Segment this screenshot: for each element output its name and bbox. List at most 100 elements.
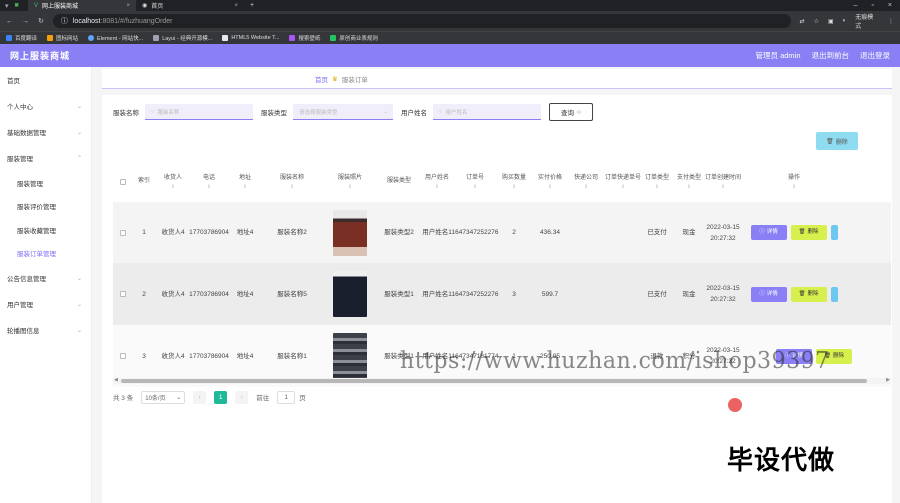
delete-button[interactable]: 🗑 删除 [790, 286, 827, 302]
sort-icon[interactable]: ⇕ [207, 184, 211, 190]
batch-delete-button[interactable]: 🗑 删除 [816, 132, 858, 150]
close-tab-icon[interactable]: × [234, 3, 238, 9]
sort-icon[interactable]: ⇕ [721, 184, 725, 190]
menu-icon[interactable]: ⋮ [888, 18, 894, 25]
translate-icon[interactable]: ⇄ [800, 18, 805, 25]
bookmark-item[interactable]: Layui - 经典开源模... [153, 34, 212, 42]
star-icon[interactable]: ☆ [814, 18, 819, 25]
sort-icon[interactable]: ⇕ [548, 184, 552, 190]
globe-icon: ◉ [142, 3, 148, 9]
bookmark-item[interactable]: 搜索壁纸 [289, 34, 320, 42]
sort-icon[interactable]: ⇕ [473, 184, 477, 190]
detail-button[interactable]: ⓘ 详情 [750, 225, 787, 240]
clothing-photo [333, 209, 367, 256]
sort-icon[interactable]: ⇕ [512, 184, 516, 190]
breadcrumb-home[interactable]: 首页 [315, 74, 328, 84]
name-filter-label: 服装名称 [113, 110, 139, 117]
column-header: 索引 [133, 161, 155, 202]
sidebar-item-user[interactable]: 用户管理 ⌄ [0, 291, 91, 317]
row-checkbox[interactable] [120, 291, 126, 297]
browser-tab[interactable]: ◉ 首页 × [136, 0, 244, 11]
sort-icon[interactable]: ⇕ [584, 184, 588, 190]
scrollbar-thumb[interactable] [121, 379, 867, 383]
forward-icon[interactable]: → [22, 18, 29, 25]
minimize-icon[interactable]: – [854, 2, 858, 9]
column-header-label: 操作 [787, 175, 800, 181]
horizontal-scrollbar[interactable]: ◀ ▶ [113, 377, 891, 384]
sidebar-sub-favorite[interactable]: 服装收藏管理 [0, 218, 91, 242]
cell-phone-text: 17703786904 [189, 229, 229, 236]
select-all-checkbox[interactable] [120, 178, 126, 185]
sidebar-sub-clothes[interactable]: 服装管理 [0, 171, 91, 195]
query-button[interactable]: 查询 ○ [549, 103, 593, 121]
clothing-photo [333, 271, 367, 317]
user-search-input[interactable]: ○ 用户姓名 [433, 104, 541, 120]
row-actions: ⓘ 详情 🗑 删除 [750, 225, 838, 240]
address-bar[interactable]: ⓘ localhost:8081/#/fuzhuangOrder [52, 14, 791, 28]
scroll-right-icon[interactable]: ▶ [886, 377, 890, 383]
sidebar-item-basic[interactable]: 基础数据管理 ⌄ [0, 119, 91, 145]
goto-page-input[interactable]: 1 [277, 390, 296, 404]
sidebar-item-personal[interactable]: 个人中心 ⌄ [0, 93, 91, 119]
more-button[interactable] [830, 286, 838, 302]
more-button[interactable] [830, 225, 838, 240]
table-header: 索引 收货人 ⇕ 电话 ⇕ 地址 ⇕ 服装名称 ⇕ 服装照片 ⇕ 服装类型 用户姓名 ⇕ 订单号 ⇕ 购买数量 ⇕… [113, 161, 891, 202]
sidebar-item-notice[interactable]: 公告信息管理 ⌄ [0, 265, 91, 291]
cell-time: 2022-03-15 20:27:32 [705, 202, 741, 263]
sidebar-item-home[interactable]: 首页 [0, 67, 91, 93]
sort-icon[interactable]: ⇕ [792, 184, 796, 190]
name-search-input[interactable]: ○ 服装名称 [145, 104, 253, 120]
prev-page-button[interactable]: ‹ [193, 390, 207, 404]
detail-button[interactable]: ⓘ 详情 [750, 286, 787, 302]
browser-tab-active[interactable]: V 网上服装商城 × [28, 0, 136, 11]
sort-icon[interactable]: ⇕ [687, 184, 691, 190]
bookmark-item[interactable]: 百度翻译 [6, 34, 37, 42]
sort-icon[interactable]: ⇕ [435, 184, 439, 190]
row-checkbox[interactable] [120, 353, 126, 359]
column-header: 订单类型 ⇕ [641, 161, 673, 202]
back-icon[interactable]: ← [6, 18, 13, 25]
row-checkbox[interactable] [120, 229, 126, 236]
delete-button[interactable]: 🗑 删除 [790, 225, 827, 240]
sidebar-sub-review[interactable]: 服装评价管理 [0, 195, 91, 219]
column-header-label: 收货人 [163, 175, 182, 181]
logout-link[interactable]: 退出登录 [860, 50, 890, 61]
column-header-label: 订单号 [465, 175, 484, 181]
cell-price-text: 599.7 [541, 290, 559, 298]
sort-icon[interactable]: ⇕ [171, 184, 175, 190]
page-size-select[interactable]: 10条/页 ⌄ [141, 390, 186, 404]
scroll-left-icon[interactable]: ◀ [114, 377, 118, 383]
mouse-cursor [728, 398, 742, 412]
sort-icon[interactable]: ⇕ [348, 184, 352, 190]
sort-icon[interactable]: ⇕ [290, 184, 294, 190]
sort-icon[interactable]: ⇕ [621, 184, 625, 190]
cell-addr: 地址4 [227, 263, 263, 325]
type-select[interactable]: 请选择服装类型 ⌄ [293, 104, 393, 120]
close-tab-icon[interactable]: × [126, 3, 130, 9]
cell-time-text: 2022-03-15 20:27:32 [706, 285, 740, 303]
bookmark-item[interactable]: 图标网站 [47, 34, 78, 42]
next-page-button[interactable]: › [235, 390, 249, 404]
bookmark-item[interactable]: 原创商业表规则 [330, 34, 378, 42]
column-header-label: 购买数量 [501, 175, 526, 181]
sort-icon[interactable]: ⇕ [655, 184, 659, 190]
bookmark-item[interactable]: Element - 网站快... [88, 34, 143, 42]
maximize-icon[interactable]: ▫ [871, 2, 873, 9]
page-number-button[interactable]: 1 [214, 390, 228, 404]
bookmark-item[interactable]: HTML5 Website T... [222, 35, 279, 41]
cell-addr-text: 地址4 [236, 290, 254, 298]
cell-name: 服装名称2 [263, 202, 321, 263]
admin-label: 管理员 admin [755, 51, 801, 60]
reload-icon[interactable]: ↻ [38, 17, 44, 25]
sidebar-item-clothes[interactable]: 服装管理 ⌃ [0, 145, 91, 171]
sidebar-item-carousel[interactable]: 轮播图信息 ⌄ [0, 317, 91, 343]
cell-qty: 2 [495, 202, 533, 263]
sort-icon[interactable]: ⇕ [243, 184, 247, 190]
back-to-front-link[interactable]: 退出到前台 [812, 50, 850, 61]
extension-icon[interactable]: ▣ [828, 18, 834, 25]
cell-express [567, 202, 605, 263]
new-tab-button[interactable]: + [244, 2, 254, 9]
close-window-icon[interactable]: × [888, 2, 892, 9]
sidebar-sub-order[interactable]: 服装订单管理 [0, 242, 91, 266]
column-header-label: 服装照片 [337, 175, 362, 181]
